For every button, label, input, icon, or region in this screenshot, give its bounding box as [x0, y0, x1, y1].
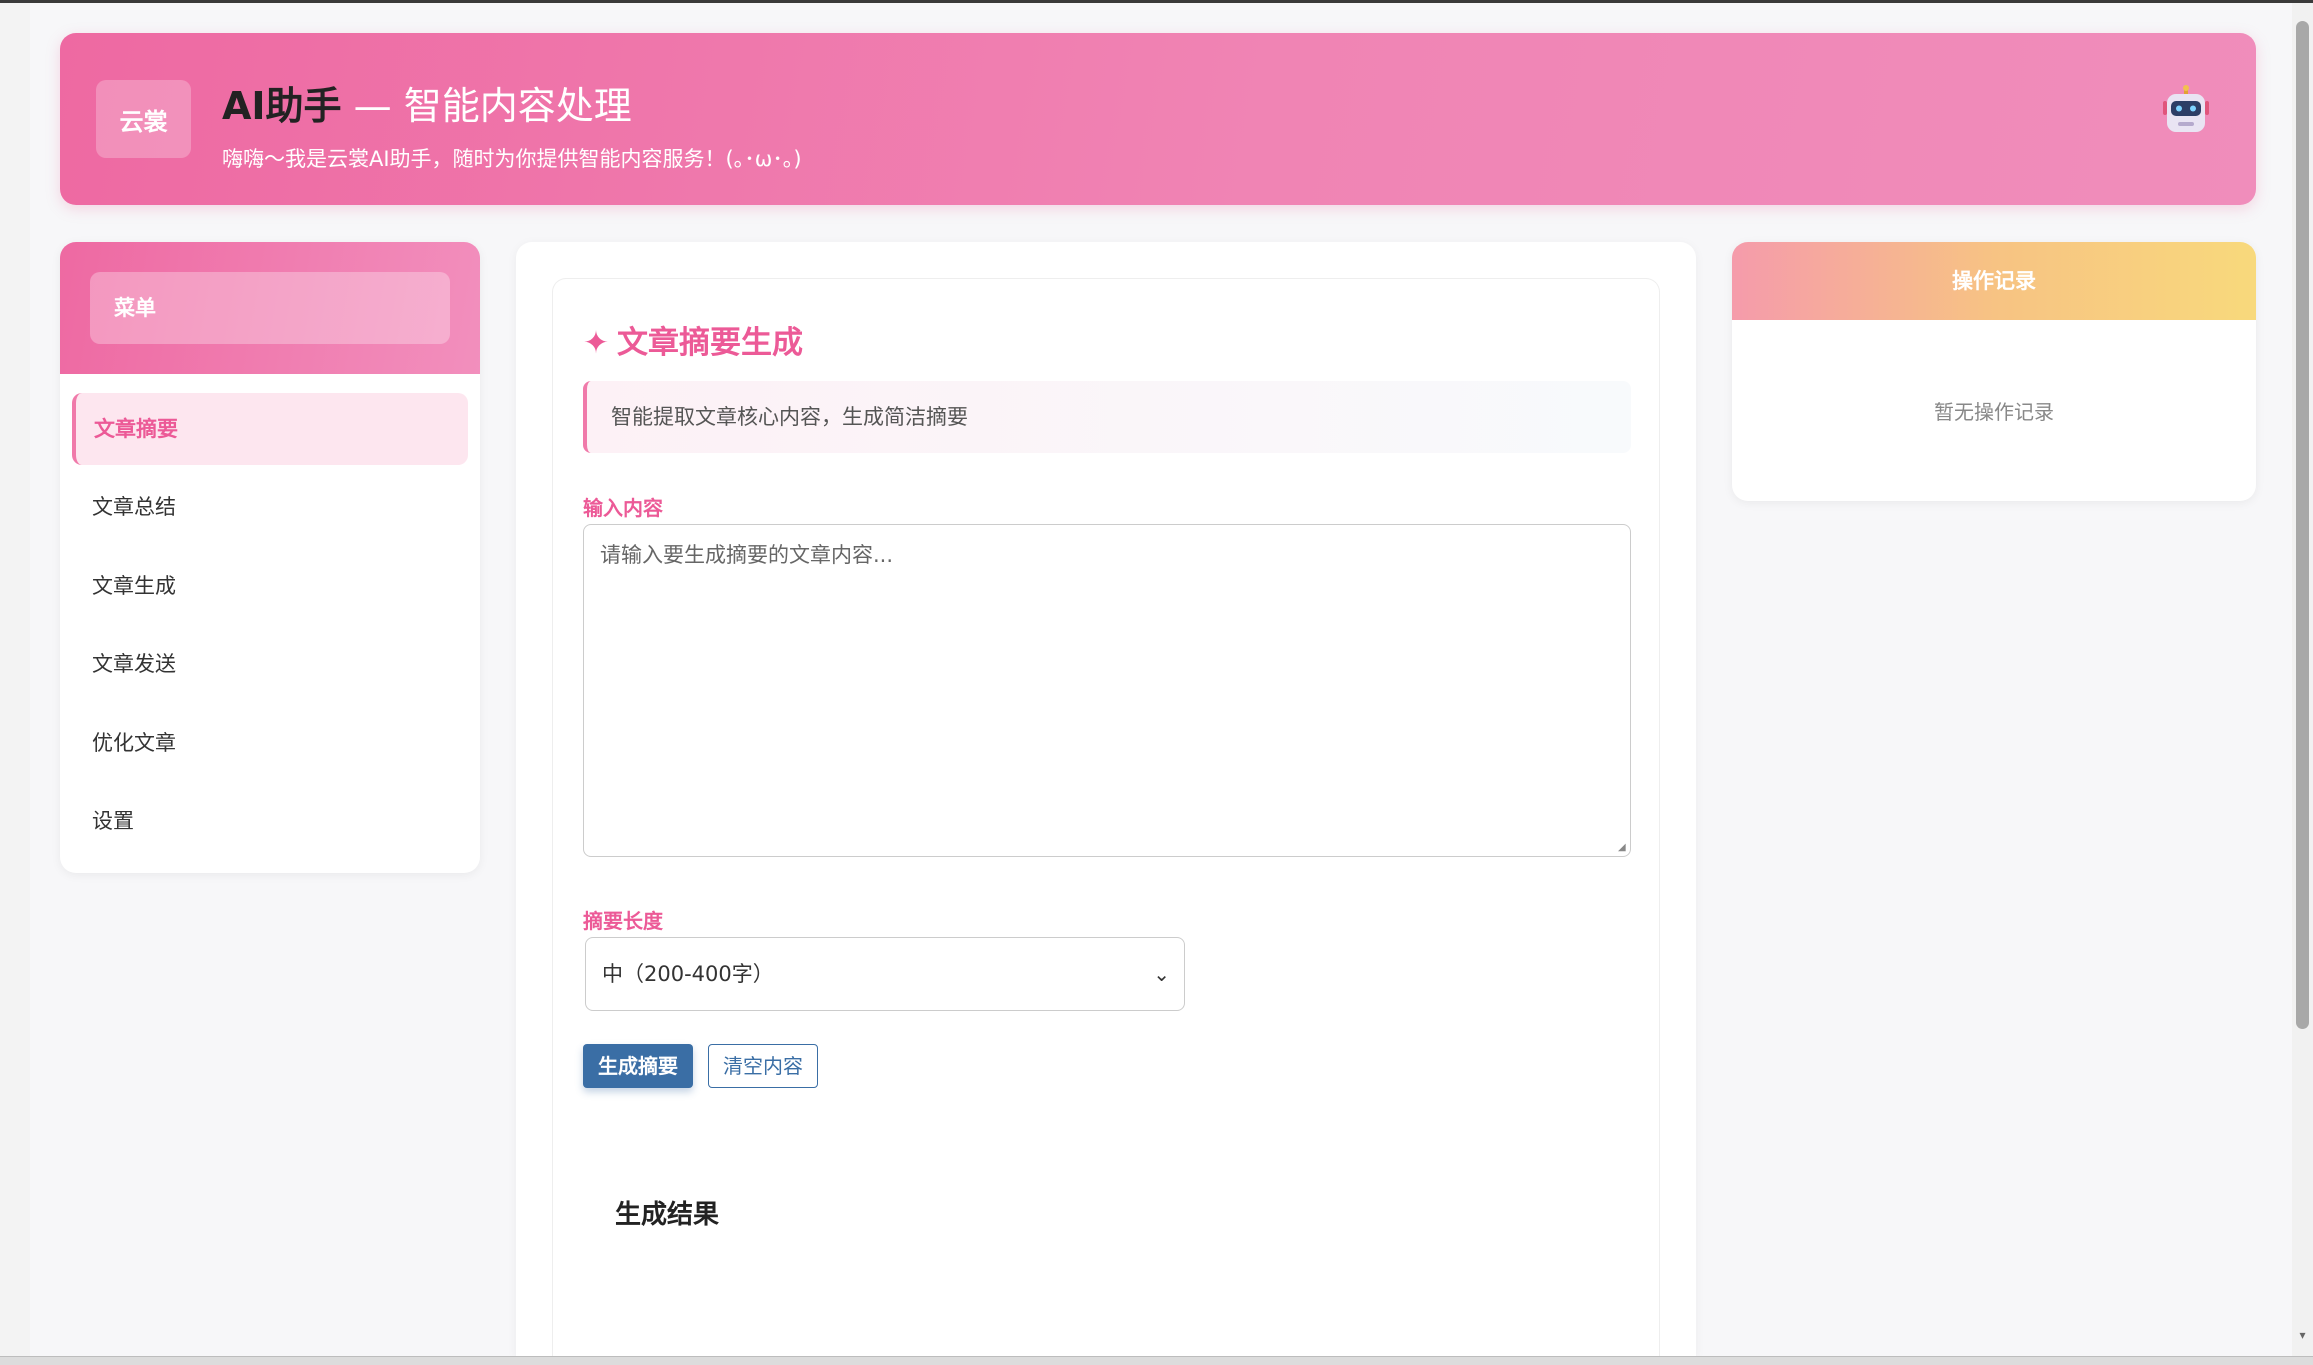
scroll-down-arrow-icon[interactable]: ▾: [2296, 1329, 2309, 1342]
resize-grip-icon[interactable]: ◢: [1618, 842, 1628, 853]
sidebar-item-article-generate[interactable]: 文章生成: [72, 550, 468, 622]
operation-log-panel: 操作记录 暂无操作记录: [1732, 242, 2256, 501]
length-label: 摘要长度: [583, 909, 663, 933]
main-panel: ✦文章摘要生成 智能提取文章核心内容，生成简洁摘要 输入内容 ◢ 摘要长度 中（…: [516, 242, 1696, 1356]
sidebar-item-article-send[interactable]: 文章发送: [72, 628, 468, 700]
sidebar-header: 菜单: [60, 242, 480, 374]
scrollbar-thumb[interactable]: [2296, 21, 2309, 1029]
sparkle-icon: ✦: [583, 325, 609, 361]
sidebar-menu-title: 菜单: [90, 272, 450, 344]
section-title-text: 文章摘要生成: [616, 325, 803, 361]
app-title: AI助手 — 智能内容处理: [222, 75, 632, 130]
clear-content-button[interactable]: 清空内容: [708, 1044, 818, 1088]
summary-length-select[interactable]: 中（200-400字） ⌄: [585, 937, 1185, 1011]
app-header: 云裳 AI助手 — 智能内容处理 嗨嗨～我是云裳AI助手，随时为你提供智能内容服…: [60, 33, 2256, 205]
operation-log-empty: 暂无操作记录: [1934, 400, 2054, 424]
app-logo: 云裳: [96, 80, 191, 158]
sidebar-item-article-conclusion[interactable]: 文章总结: [72, 471, 468, 543]
section-title: ✦ 文章摘要生成: [583, 317, 803, 362]
article-input[interactable]: [583, 524, 1631, 857]
input-label: 输入内容: [583, 496, 663, 520]
app-title-rest: — 智能内容处理: [341, 84, 632, 128]
app-subtitle: 嗨嗨～我是云裳AI助手，随时为你提供智能内容服务！(｡･ω･｡): [222, 147, 802, 171]
section-description: 智能提取文章核心内容，生成简洁摘要: [583, 381, 1631, 453]
sidebar: 菜单 文章摘要 文章总结 文章生成 文章发送 优化文章 设置: [60, 242, 480, 873]
window-bottom-border: [0, 1356, 2313, 1365]
sidebar-item-settings[interactable]: 设置: [72, 785, 468, 857]
robot-icon: [2163, 85, 2209, 132]
page-scrollbar[interactable]: ▾: [2292, 3, 2313, 1356]
result-title: 生成结果: [615, 1200, 720, 1230]
operation-log-title: 操作记录: [1732, 242, 2256, 320]
summary-length-value: 中（200-400字）: [602, 962, 774, 986]
generate-summary-button[interactable]: 生成摘要: [583, 1044, 693, 1088]
sidebar-item-optimize-article[interactable]: 优化文章: [72, 707, 468, 779]
sidebar-item-article-summary[interactable]: 文章摘要: [72, 393, 468, 465]
summary-card: ✦文章摘要生成 智能提取文章核心内容，生成简洁摘要 输入内容 ◢ 摘要长度 中（…: [552, 278, 1660, 1356]
app-title-strong: AI助手: [222, 84, 342, 128]
chevron-down-icon: ⌄: [1153, 962, 1170, 986]
